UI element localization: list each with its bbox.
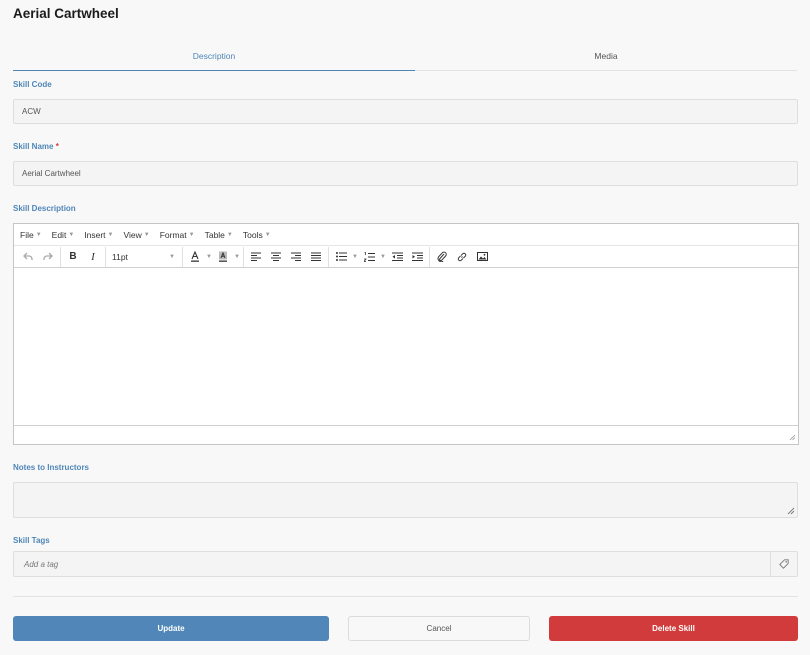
menu-format[interactable]: Format ▼ [160, 230, 195, 240]
skill-description-label: Skill Description [13, 204, 76, 213]
numbered-list-icon[interactable] [359, 248, 379, 266]
bold-icon[interactable]: B [63, 248, 83, 266]
skill-name-label-text: Skill Name [13, 142, 54, 151]
cancel-button[interactable]: Cancel [348, 616, 530, 641]
tag-icon [779, 559, 789, 569]
undo-icon[interactable] [18, 248, 38, 266]
skill-code-label: Skill Code [13, 80, 52, 89]
tab-media[interactable]: Media [415, 45, 797, 71]
font-size-value: 11pt [112, 251, 128, 262]
menu-file[interactable]: File ▼ [20, 230, 42, 240]
page-title: Aerial Cartwheel [13, 6, 119, 21]
chevron-down-icon[interactable]: ▼ [233, 254, 241, 260]
chevron-down-icon[interactable]: ▼ [351, 254, 359, 260]
required-marker: * [55, 142, 59, 151]
toolbar-divider [60, 246, 61, 267]
skill-name-input[interactable] [13, 161, 798, 186]
align-left-icon[interactable] [246, 248, 266, 266]
editor-content-area[interactable] [14, 268, 798, 425]
resize-handle-icon[interactable] [787, 507, 795, 515]
menu-format-label: Format [159, 229, 187, 240]
delete-skill-button[interactable]: Delete Skill [549, 616, 798, 641]
chevron-down-icon: ▼ [169, 253, 175, 260]
skill-code-input[interactable] [13, 99, 798, 124]
editor-statusbar [14, 425, 798, 443]
caret-down-icon: ▼ [143, 231, 150, 238]
toolbar-divider [243, 246, 244, 267]
align-center-icon[interactable] [266, 248, 286, 266]
chevron-down-icon[interactable]: ▼ [379, 254, 387, 260]
toolbar-divider [182, 246, 183, 267]
form-divider [13, 596, 798, 597]
skill-name-label: Skill Name * [13, 142, 59, 151]
chevron-down-icon[interactable]: ▼ [205, 254, 213, 260]
link-icon[interactable] [452, 248, 472, 266]
tag-addon[interactable] [770, 552, 797, 576]
attachment-icon[interactable] [432, 248, 452, 266]
menu-tools-label: Tools [242, 229, 263, 240]
update-button[interactable]: Update [13, 616, 329, 641]
menu-edit-label: Edit [51, 229, 67, 240]
tags-placeholder: Add a tag [24, 560, 59, 569]
bullet-list-icon[interactable] [331, 248, 351, 266]
toolbar-divider [105, 246, 106, 267]
toolbar-divider [328, 246, 329, 267]
redo-icon[interactable] [38, 248, 58, 266]
align-right-icon[interactable] [286, 248, 306, 266]
menu-insert[interactable]: Insert ▼ [84, 230, 113, 240]
caret-down-icon: ▼ [68, 231, 75, 238]
italic-icon[interactable]: I [83, 248, 103, 266]
image-icon[interactable] [472, 248, 492, 266]
outdent-icon[interactable] [387, 248, 407, 266]
editor-toolbar: B I 11pt ▼ ▼ ▼ ▼ ▼ [14, 246, 798, 268]
text-color-icon[interactable] [185, 248, 205, 266]
menu-tools[interactable]: Tools ▼ [243, 230, 271, 240]
notes-textarea[interactable] [13, 482, 798, 518]
caret-down-icon: ▼ [188, 231, 195, 238]
font-size-select[interactable]: 11pt ▼ [108, 248, 180, 266]
menu-view[interactable]: View ▼ [123, 230, 149, 240]
caret-down-icon: ▼ [226, 231, 233, 238]
notes-label: Notes to Instructors [13, 463, 90, 472]
tags-input[interactable]: Add a tag [13, 551, 798, 577]
tab-bar: Description Media [13, 45, 797, 71]
rich-text-editor: File ▼ Edit ▼ Insert ▼ View ▼ Format ▼ Table ▼… [13, 223, 799, 445]
menu-table[interactable]: Table ▼ [205, 230, 233, 240]
menu-file-label: File [20, 229, 34, 240]
menu-view-label: View [123, 229, 142, 240]
resize-handle-icon[interactable] [789, 434, 796, 441]
indent-icon[interactable] [407, 248, 427, 266]
caret-down-icon: ▼ [107, 231, 114, 238]
background-color-icon[interactable] [213, 248, 233, 266]
caret-down-icon: ▼ [264, 231, 271, 238]
tab-description[interactable]: Description [13, 45, 415, 71]
menu-table-label: Table [204, 229, 225, 240]
toolbar-divider [429, 246, 430, 267]
align-justify-icon[interactable] [306, 248, 326, 266]
editor-menubar: File ▼ Edit ▼ Insert ▼ View ▼ Format ▼ Table ▼… [14, 224, 798, 246]
menu-insert-label: Insert [84, 229, 106, 240]
skill-tags-label: Skill Tags [13, 536, 50, 545]
caret-down-icon: ▼ [35, 231, 42, 238]
menu-edit[interactable]: Edit ▼ [52, 230, 75, 240]
